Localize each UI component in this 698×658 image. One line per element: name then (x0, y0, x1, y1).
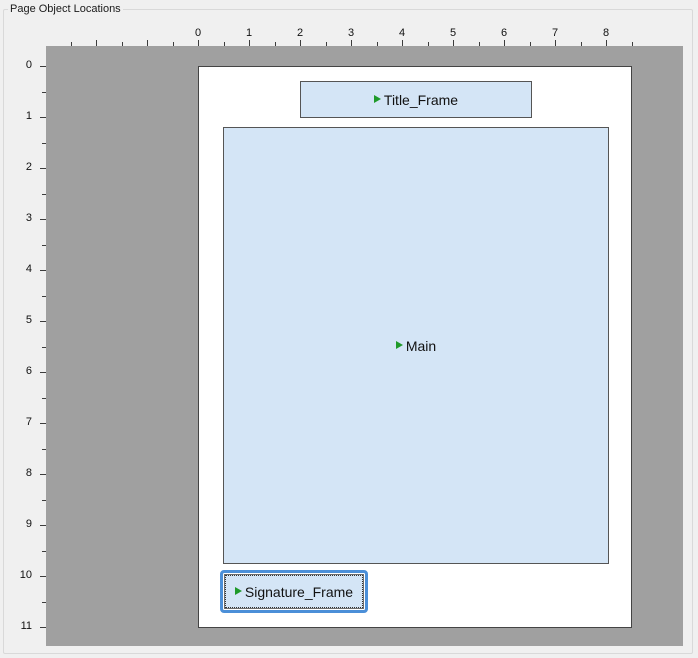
h-ruler-label: 6 (500, 27, 508, 39)
play-arrow-icon (373, 94, 381, 103)
h-ruler-label: 7 (551, 27, 559, 39)
play-arrow-icon (395, 340, 403, 349)
h-ruler-label: 8 (602, 27, 610, 39)
h-ruler-label: 3 (347, 27, 355, 39)
v-ruler-label: 0 (25, 59, 32, 71)
v-ruler-label: 6 (25, 365, 32, 377)
horizontal-ruler: 0 1 2 3 4 5 6 7 8 (46, 24, 683, 46)
h-ruler-label: 2 (296, 27, 304, 39)
v-ruler-label: 5 (25, 314, 32, 326)
title-frame[interactable]: Title_Frame (300, 81, 532, 118)
signature-frame-label: Signature_Frame (244, 583, 354, 600)
v-ruler-label: 11 (20, 620, 32, 632)
v-ruler-label: 1 (25, 110, 32, 122)
main-frame[interactable]: Main (223, 127, 609, 564)
v-ruler-label: 2 (25, 161, 32, 173)
v-ruler-label: 3 (25, 212, 32, 224)
h-ruler-label: 5 (449, 27, 457, 39)
main-frame-label: Main (405, 337, 437, 354)
v-ruler-label: 4 (25, 263, 32, 275)
v-ruler-label: 7 (25, 416, 32, 428)
v-ruler-label: 10 (19, 569, 32, 581)
h-ruler-label: 1 (245, 27, 253, 39)
group-title: Page Object Locations (8, 3, 123, 16)
v-ruler-label: 9 (25, 518, 32, 530)
v-ruler-label: 8 (25, 467, 32, 479)
signature-frame-content: Signature_Frame (223, 573, 365, 610)
h-ruler-label: 4 (398, 27, 406, 39)
layout-canvas[interactable]: Title_Frame Main Signature_Frame (46, 46, 683, 646)
title-frame-label: Title_Frame (383, 91, 459, 108)
signature-frame[interactable]: Signature_Frame (220, 570, 368, 613)
play-arrow-icon (234, 586, 242, 595)
page-sheet: Title_Frame Main Signature_Frame (198, 66, 632, 628)
h-ruler-label: 0 (194, 27, 202, 39)
vertical-ruler: 0 1 2 3 4 5 6 7 8 9 10 11 (14, 46, 46, 646)
